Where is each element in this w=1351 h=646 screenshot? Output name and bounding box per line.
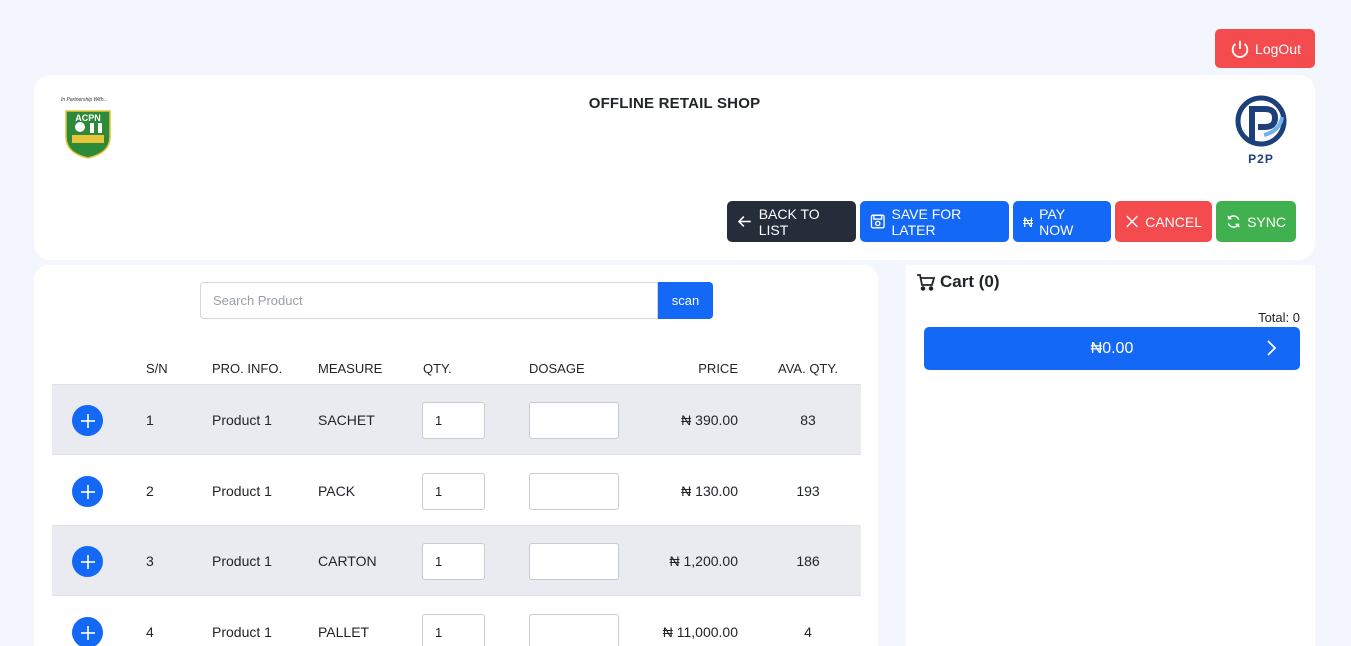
sync-label: SYNC bbox=[1247, 213, 1286, 230]
row-price: ₦ 130.00 bbox=[681, 483, 738, 499]
pay-now-button[interactable]: ₦ PAY NOW bbox=[1013, 201, 1111, 242]
row-measure: SACHET bbox=[318, 412, 375, 428]
row-price: ₦ 11,000.00 bbox=[662, 624, 738, 640]
product-panel: Search Product scan S/N PRO. INFO. MEASU… bbox=[34, 265, 878, 646]
scan-button[interactable]: scan bbox=[658, 282, 713, 319]
plus-icon bbox=[80, 484, 95, 499]
row-sn: 3 bbox=[146, 553, 154, 569]
plus-icon bbox=[80, 554, 95, 569]
cart-icon bbox=[917, 274, 936, 291]
row-price: ₦ 390.00 bbox=[681, 412, 738, 428]
table-header: S/N PRO. INFO. MEASURE QTY. DOSAGE PRICE… bbox=[52, 352, 861, 385]
row-price: ₦ 1,200.00 bbox=[669, 553, 739, 569]
action-toolbar: BACK TO LIST SAVE FOR LATER ₦ PAY NOW CA… bbox=[727, 201, 1296, 242]
quantity-field[interactable]: 1 bbox=[422, 614, 485, 646]
cart-checkout-button[interactable]: ₦0.00 bbox=[924, 327, 1300, 370]
power-icon bbox=[1231, 40, 1249, 58]
logout-label: LogOut bbox=[1255, 40, 1301, 57]
back-to-list-label: BACK TO LIST bbox=[758, 205, 820, 238]
naira-icon: ₦ bbox=[1023, 213, 1034, 230]
cart-title-label: Cart (0) bbox=[940, 272, 1000, 291]
dosage-field[interactable] bbox=[529, 402, 619, 439]
back-to-list-button[interactable]: BACK TO LIST bbox=[727, 201, 856, 242]
row-info: Product 1 bbox=[212, 412, 272, 428]
header-info: PRO. INFO. bbox=[212, 361, 283, 376]
row-ava-qty: 4 bbox=[804, 624, 812, 640]
table-row: 4 Product 1 PALLET 1 ₦ 11,000.00 4 bbox=[52, 597, 861, 646]
row-measure: PACK bbox=[318, 483, 356, 499]
row-ava-qty: 83 bbox=[800, 412, 816, 428]
cart-title: Cart (0) bbox=[916, 272, 1000, 292]
row-info: Product 1 bbox=[212, 553, 272, 569]
table-row: 3 Product 1 CARTON 1 ₦ 1,200.00 186 bbox=[52, 526, 861, 596]
row-sn: 1 bbox=[146, 412, 154, 428]
quantity-field[interactable]: 1 bbox=[422, 402, 485, 439]
cart-amount: ₦0.00 bbox=[1090, 339, 1134, 357]
plus-icon bbox=[80, 625, 95, 640]
save-for-later-button[interactable]: SAVE FOR LATER bbox=[860, 201, 1009, 242]
header-dosage: DOSAGE bbox=[529, 361, 585, 376]
header-card: In Partnership With... ACPN OFFLINE RETA… bbox=[34, 75, 1315, 260]
header-price: PRICE bbox=[698, 361, 738, 376]
quantity-field[interactable]: 1 bbox=[422, 543, 485, 580]
search-input[interactable]: Search Product bbox=[200, 282, 658, 319]
save-icon bbox=[870, 214, 885, 229]
table-row: 1 Product 1 SACHET 1 ₦ 390.00 83 bbox=[52, 385, 861, 455]
plus-icon bbox=[80, 413, 95, 428]
cancel-label: CANCEL bbox=[1145, 213, 1202, 230]
sync-button[interactable]: SYNC bbox=[1216, 201, 1296, 242]
cart-panel: Cart (0) Total: 0 ₦0.00 bbox=[906, 265, 1315, 646]
sync-icon bbox=[1227, 215, 1240, 228]
row-measure: PALLET bbox=[318, 624, 370, 640]
dosage-field[interactable] bbox=[529, 614, 619, 646]
dosage-field[interactable] bbox=[529, 543, 619, 580]
save-for-later-label: SAVE FOR LATER bbox=[891, 205, 962, 238]
row-ava-qty: 186 bbox=[796, 553, 820, 569]
header-qty: QTY. bbox=[423, 361, 452, 376]
table-row: 2 Product 1 PACK 1 ₦ 130.00 193 bbox=[52, 456, 861, 526]
pay-now-label: PAY NOW bbox=[1039, 205, 1074, 238]
cart-total: Total: 0 bbox=[1258, 310, 1300, 325]
arrow-left-icon bbox=[737, 216, 751, 227]
logout-button[interactable]: LogOut bbox=[1215, 29, 1315, 68]
header-measure: MEASURE bbox=[318, 361, 383, 376]
cancel-button[interactable]: CANCEL bbox=[1115, 201, 1212, 242]
p2p-logo: P2P bbox=[1232, 95, 1290, 166]
row-sn: 4 bbox=[146, 624, 154, 640]
page-title: OFFLINE RETAIL SHOP bbox=[588, 95, 761, 112]
add-item-button[interactable] bbox=[72, 546, 103, 577]
header-ava-qty: AVA. QTY. bbox=[778, 361, 838, 376]
row-info: Product 1 bbox=[212, 483, 272, 499]
row-sn: 2 bbox=[146, 483, 154, 499]
add-item-button[interactable] bbox=[72, 617, 103, 646]
row-measure: CARTON bbox=[318, 553, 377, 569]
chevron-right-icon bbox=[1267, 340, 1277, 356]
add-item-button[interactable] bbox=[72, 476, 103, 507]
svg-text:ACPN: ACPN bbox=[75, 113, 101, 123]
header-sn: S/N bbox=[146, 361, 168, 376]
p2p-logo-icon bbox=[1235, 95, 1287, 147]
dosage-field[interactable] bbox=[529, 473, 619, 510]
close-icon bbox=[1126, 215, 1138, 228]
quantity-field[interactable]: 1 bbox=[422, 473, 485, 510]
shield-icon: ACPN bbox=[65, 110, 111, 159]
row-ava-qty: 193 bbox=[796, 483, 820, 499]
row-info: Product 1 bbox=[212, 624, 272, 640]
add-item-button[interactable] bbox=[72, 405, 103, 436]
